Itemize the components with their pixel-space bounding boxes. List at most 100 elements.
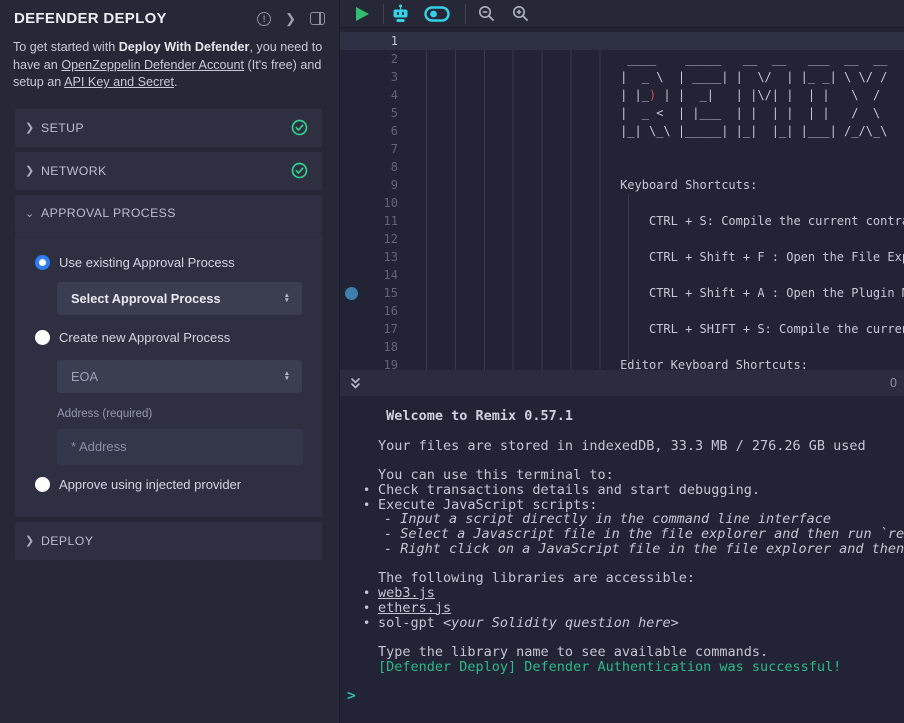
section-setup[interactable]: ❯ SETUP: [15, 109, 322, 147]
side-panel-icon[interactable]: [310, 12, 325, 25]
editor-line: 18: [340, 338, 904, 356]
editor-line: 1: [340, 32, 904, 50]
line-number: 11: [362, 212, 398, 230]
editor-glyph-margin[interactable]: [340, 284, 362, 302]
editor-glyph-margin[interactable]: [340, 140, 362, 158]
terminal-text: Your files are stored in indexedDB, 33.3…: [378, 438, 866, 454]
editor-line: 13 CTRL + Shift + F : Open the File Expl…: [340, 248, 904, 266]
editor-line: 3 | _ \ | ____| | \/ | |_ _| \ \/ /: [340, 68, 904, 86]
line-number: 9: [362, 176, 398, 194]
terminal-text: - Right click on a JavaScript file in th…: [384, 541, 904, 557]
collapse-terminal-icon[interactable]: [348, 376, 363, 391]
editor-line-content: Keyboard Shortcuts:: [398, 176, 757, 194]
terminal-text: Welcome to Remix 0.57.1: [378, 408, 573, 424]
editor-glyph-margin[interactable]: [340, 356, 362, 370]
editor-line: 10: [340, 194, 904, 212]
editor-line-content: Editor Keyboard Shortcuts:: [398, 356, 808, 370]
line-number: 8: [362, 158, 398, 176]
editor-glyph-margin[interactable]: [340, 212, 362, 230]
editor-line: 16: [340, 302, 904, 320]
editor-glyph-margin[interactable]: [340, 338, 362, 356]
editor-glyph-margin[interactable]: [340, 194, 362, 212]
line-number: 3: [362, 68, 398, 86]
remix-ai-robot-icon[interactable]: [391, 4, 410, 23]
info-icon[interactable]: !: [257, 12, 271, 26]
editor-glyph-margin[interactable]: [340, 104, 362, 122]
line-number: 18: [362, 338, 398, 356]
line-number: 16: [362, 302, 398, 320]
editor-line-content: | _ \ | ____| | \/ | |_ _| \ \/ /: [398, 68, 887, 86]
editor-line: 14: [340, 266, 904, 284]
radio-label: Create new Approval Process: [59, 330, 230, 345]
terminal-link[interactable]: ethers.js: [378, 600, 451, 616]
editor-line: 11 CTRL + S: Compile the current contrac…: [340, 212, 904, 230]
terminal-text: <your Solidity question here>: [443, 615, 679, 631]
line-number: 14: [362, 266, 398, 284]
section-approval-header[interactable]: ⌄ APPROVAL PROCESS: [15, 195, 322, 233]
approval-type-select[interactable]: EOA ▲▼: [57, 360, 302, 393]
radio-use-existing[interactable]: [35, 255, 50, 270]
ai-copilot-toggle-icon[interactable]: [424, 5, 450, 23]
editor-line-content: [398, 32, 425, 50]
terminal-output[interactable]: Welcome to Remix 0.57.1 Your files are s…: [340, 396, 904, 723]
line-number: 17: [362, 320, 398, 338]
chevron-right-icon: ❯: [25, 121, 41, 134]
run-script-icon[interactable]: [356, 7, 369, 21]
chevron-right-icon[interactable]: ❯: [285, 12, 296, 25]
approval-process-select[interactable]: Select Approval Process ▲▼: [57, 282, 302, 315]
zoom-in-icon[interactable]: [512, 5, 529, 22]
line-number: 6: [362, 122, 398, 140]
terminal-line: Your files are stored in indexedDB, 33.3…: [340, 439, 904, 454]
terminal-line: Welcome to Remix 0.57.1: [340, 409, 904, 424]
code-editor[interactable]: 12 ____ _____ __ __ ___ __ __3 | _ \ | _…: [340, 28, 904, 370]
terminal-header: 0: [340, 370, 904, 396]
terminal-text: Type the library name to see available c…: [378, 644, 768, 660]
terminal-link[interactable]: web3.js: [378, 585, 435, 601]
address-input[interactable]: [57, 429, 303, 465]
editor-line-content: | |_) | | _| | |\/| | | | \ /: [398, 86, 887, 104]
radio-label: Use existing Approval Process: [59, 255, 235, 270]
radio-create-new[interactable]: [35, 330, 50, 345]
section-deploy[interactable]: ❯ DEPLOY: [15, 522, 322, 560]
editor-glyph-margin[interactable]: [340, 50, 362, 68]
terminal-line: [Defender Deploy] Defender Authenticatio…: [340, 660, 904, 675]
terminal-text: Check transactions details and start deb…: [378, 482, 760, 498]
editor-line-content: [398, 266, 425, 284]
editor-line: 15 CTRL + Shift + A : Open the Plugin Ma…: [340, 284, 904, 302]
editor-line-content: [398, 140, 425, 158]
section-network-label: NETWORK: [41, 164, 291, 178]
terminal-text: - Select a Javascript file in the file e…: [384, 526, 904, 542]
editor-glyph-margin[interactable]: [340, 32, 362, 50]
editor-line-content: [398, 302, 425, 320]
api-key-link[interactable]: API Key and Secret: [64, 75, 174, 89]
editor-glyph-margin[interactable]: [340, 320, 362, 338]
defender-account-link[interactable]: OpenZeppelin Defender Account: [61, 58, 244, 72]
editor-glyph-margin[interactable]: [340, 230, 362, 248]
section-network[interactable]: ❯ NETWORK: [15, 152, 322, 190]
line-number: 19: [362, 356, 398, 370]
editor-glyph-margin[interactable]: [340, 122, 362, 140]
section-approval-label: APPROVAL PROCESS: [41, 206, 308, 220]
select-value: Select Approval Process: [71, 291, 221, 306]
defender-deploy-panel: DEFENDER DEPLOY ! ❯ To get started with …: [0, 0, 340, 723]
editor-line: 4 | |_) | | _| | |\/| | | | \ /: [340, 86, 904, 104]
editor-line: 5 | _ < | |___ | | | | | | / \: [340, 104, 904, 122]
radio-row-new: Create new Approval Process: [35, 330, 302, 345]
radio-injected-provider[interactable]: [35, 477, 50, 492]
editor-glyph-margin[interactable]: [340, 158, 362, 176]
terminal-text: sol-gpt: [378, 615, 443, 631]
editor-glyph-margin[interactable]: [340, 176, 362, 194]
editor-glyph-margin[interactable]: [340, 266, 362, 284]
select-arrows-icon: ▲▼: [284, 293, 290, 304]
editor-glyph-margin[interactable]: [340, 302, 362, 320]
chevron-right-icon: ❯: [25, 534, 41, 547]
editor-line: 12: [340, 230, 904, 248]
zoom-out-icon[interactable]: [478, 5, 495, 22]
plugin-intro-text: To get started with Deploy With Defender…: [13, 39, 326, 92]
editor-line-content: |_| \_\ |_____| |_| |_| |___| /_/\_\: [398, 122, 887, 140]
editor-toolbar: [340, 0, 904, 28]
editor-glyph-margin[interactable]: [340, 86, 362, 104]
breakpoint-dot[interactable]: [345, 287, 358, 300]
editor-glyph-margin[interactable]: [340, 248, 362, 266]
editor-glyph-margin[interactable]: [340, 68, 362, 86]
